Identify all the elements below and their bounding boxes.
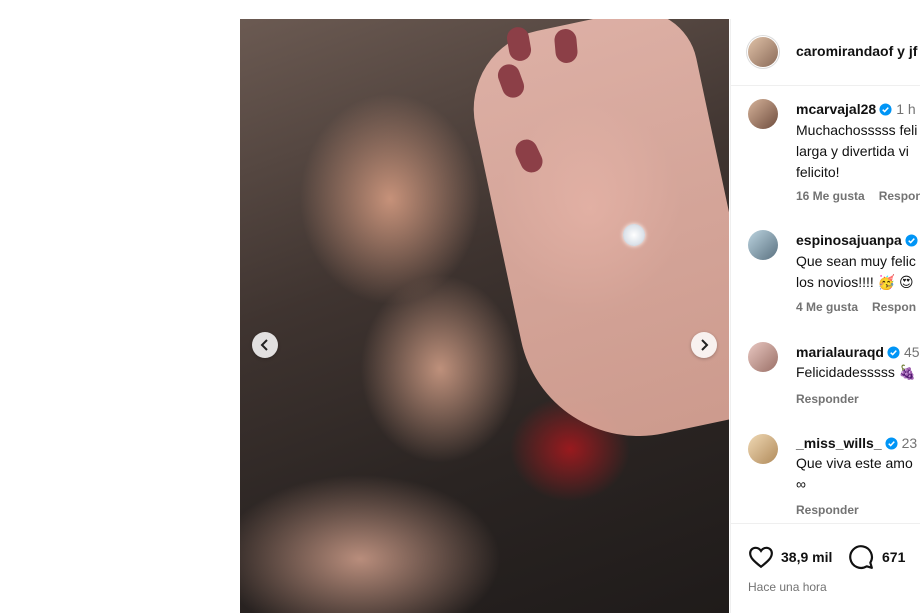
comment-meta: 16 Me gusta Respon [796,189,920,203]
comment-text: Felicidadesssss 🍇 [796,364,917,380]
reply-button[interactable]: Respon [879,189,920,203]
chevron-right-icon [701,339,709,351]
post-photo[interactable] [240,19,729,613]
comment-user[interactable]: espinosajuanpa [796,232,902,248]
comment-avatar[interactable] [748,434,778,464]
comment-time: 1 h [896,101,916,117]
comment-time: 23 [901,435,918,451]
comment-meta: 4 Me gusta Respon [796,300,920,314]
author-name[interactable]: caromirandaof [796,43,893,59]
post-actions: 38,9 mil 671 Hace una hora [731,523,920,613]
carousel-prev-button[interactable] [252,332,278,358]
comment-avatar[interactable] [748,342,778,372]
carousel-next-button[interactable] [691,332,717,358]
author-username[interactable]: caromirandaof y jf [796,43,917,59]
comment-user[interactable]: _miss_wills_ [796,435,882,451]
speech-bubble-icon[interactable] [848,544,874,570]
heart-icon[interactable] [748,544,774,570]
engagement-ring [623,224,645,246]
comment-avatar[interactable] [748,99,778,129]
comment-text: Que sean muy felic los novios!!!! 🥳 😍 [796,253,916,290]
reply-button[interactable]: Responder [796,392,859,406]
comment-user[interactable]: mcarvajal28 [796,101,876,117]
comments-count[interactable]: 671 [882,549,905,565]
comment-meta: Responder [796,503,873,517]
author-avatar[interactable] [748,37,778,67]
coauthor-text[interactable]: y jf [897,43,917,59]
comment-username[interactable]: mcarvajal28 1 h [796,101,916,117]
post-timestamp[interactable]: Hace una hora [748,580,827,594]
comment-text: Que viva este amo ∞ [796,455,913,492]
comment-time: 45 [903,344,920,360]
comment-username[interactable]: _miss_wills_ 23 [796,435,917,451]
comment-username[interactable]: espinosajuanpa [796,232,920,248]
comment-user[interactable]: marialauraqd [796,344,884,360]
verified-badge-icon [879,103,892,116]
fingernail [553,28,579,64]
comment-likes[interactable]: 4 Me gusta [796,300,858,314]
likes-count[interactable]: 38,9 mil [781,549,832,565]
comment-meta: Responder [796,392,873,406]
reply-button[interactable]: Responder [796,503,859,517]
comment-avatar[interactable] [748,230,778,260]
comment-likes[interactable]: 16 Me gusta [796,189,865,203]
reply-button[interactable]: Respon [872,300,916,314]
comments-sidebar: caromirandaof y jf mcarvajal28 1 h Muchac… [730,19,920,613]
verified-badge-icon [905,234,918,247]
verified-badge-icon [885,437,898,450]
comment-username[interactable]: marialauraqd 45 [796,344,920,360]
comment-text: Muchachosssss feli larga y divertida vi … [796,122,918,180]
post-header: caromirandaof y jf [731,19,920,86]
hand-with-ring [458,19,729,459]
verified-badge-icon [887,346,900,359]
chevron-left-icon [260,339,268,351]
